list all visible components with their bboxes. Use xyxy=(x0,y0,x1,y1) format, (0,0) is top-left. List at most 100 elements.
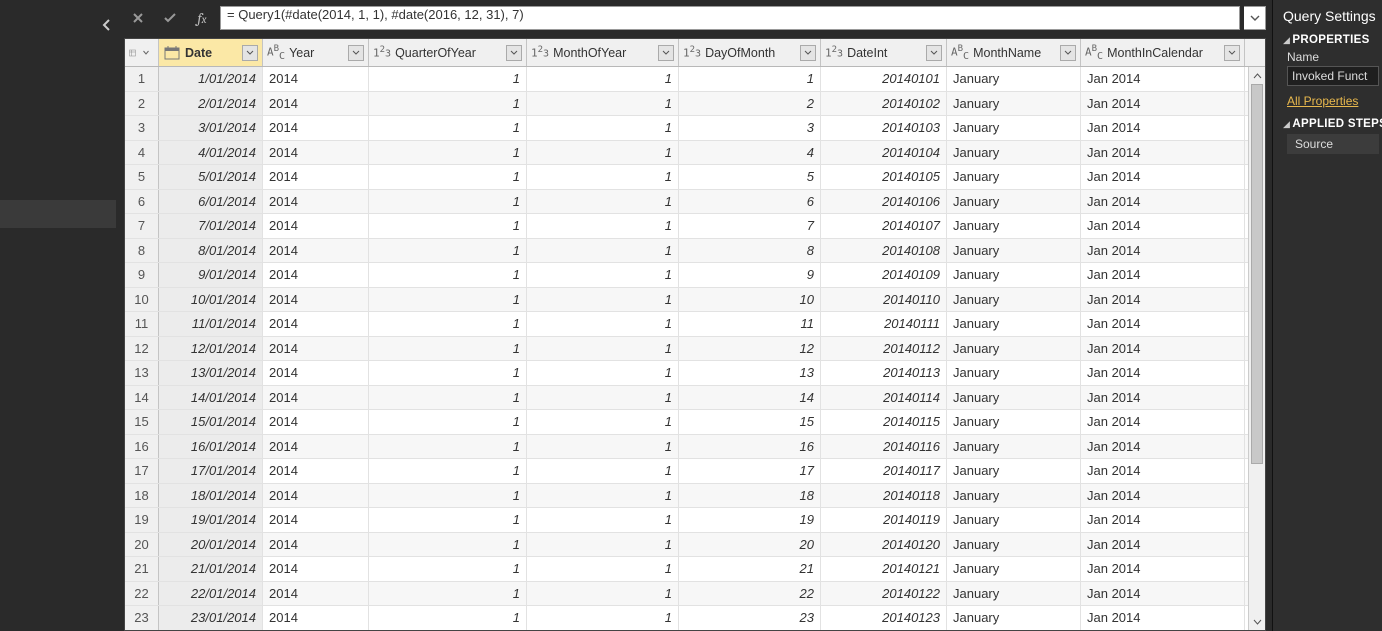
cell-year[interactable]: 2014 xyxy=(263,484,369,508)
cell-dateint[interactable]: 20140114 xyxy=(821,386,947,410)
cell-monthname[interactable]: January xyxy=(947,533,1081,557)
all-properties-link[interactable]: All Properties xyxy=(1287,94,1358,108)
commit-formula-icon[interactable] xyxy=(156,6,184,30)
cell-dateint[interactable]: 20140104 xyxy=(821,141,947,165)
cell-year[interactable]: 2014 xyxy=(263,361,369,385)
cell-dayofmonth[interactable]: 3 xyxy=(679,116,821,140)
table-corner-icon[interactable] xyxy=(125,39,159,66)
cell-quarterofyear[interactable]: 1 xyxy=(369,484,527,508)
cell-date[interactable]: 3/01/2014 xyxy=(159,116,263,140)
cell-date[interactable]: 10/01/2014 xyxy=(159,288,263,312)
cell-quarterofyear[interactable]: 1 xyxy=(369,190,527,214)
column-filter-dropdown-icon[interactable] xyxy=(506,45,522,61)
cell-monthincalendar[interactable]: Jan 2014 xyxy=(1081,288,1245,312)
applied-steps-section-header[interactable]: APPLIED STEPS xyxy=(1283,118,1382,130)
cell-dayofmonth[interactable]: 10 xyxy=(679,288,821,312)
row-number[interactable]: 8 xyxy=(125,239,159,263)
row-number[interactable]: 11 xyxy=(125,312,159,336)
row-number[interactable]: 18 xyxy=(125,484,159,508)
cell-quarterofyear[interactable]: 1 xyxy=(369,141,527,165)
cell-monthname[interactable]: January xyxy=(947,239,1081,263)
table-row[interactable]: 33/01/2014201411320140103JanuaryJan 2014 xyxy=(125,116,1265,141)
row-number[interactable]: 13 xyxy=(125,361,159,385)
cell-dayofmonth[interactable]: 7 xyxy=(679,214,821,238)
column-filter-dropdown-icon[interactable] xyxy=(658,45,674,61)
cell-monthofyear[interactable]: 1 xyxy=(527,508,679,532)
cell-dateint[interactable]: 20140123 xyxy=(821,606,947,630)
selected-query-stub[interactable] xyxy=(0,200,116,228)
cell-dayofmonth[interactable]: 14 xyxy=(679,386,821,410)
cell-monthincalendar[interactable]: Jan 2014 xyxy=(1081,165,1245,189)
cell-date[interactable]: 12/01/2014 xyxy=(159,337,263,361)
row-number[interactable]: 2 xyxy=(125,92,159,116)
cell-year[interactable]: 2014 xyxy=(263,288,369,312)
cell-year[interactable]: 2014 xyxy=(263,557,369,581)
cell-monthofyear[interactable]: 1 xyxy=(527,67,679,91)
column-header-monthincalendar[interactable]: ABCMonthInCalendar xyxy=(1081,39,1245,66)
cell-monthofyear[interactable]: 1 xyxy=(527,435,679,459)
cell-monthname[interactable]: January xyxy=(947,606,1081,630)
cell-dayofmonth[interactable]: 15 xyxy=(679,410,821,434)
column-header-dateint[interactable]: 123DateInt xyxy=(821,39,947,66)
cell-monthincalendar[interactable]: Jan 2014 xyxy=(1081,92,1245,116)
cell-date[interactable]: 18/01/2014 xyxy=(159,484,263,508)
column-header-monthname[interactable]: ABCMonthName xyxy=(947,39,1081,66)
cell-monthname[interactable]: January xyxy=(947,410,1081,434)
cell-quarterofyear[interactable]: 1 xyxy=(369,435,527,459)
table-row[interactable]: 1818/01/20142014111820140118JanuaryJan 2… xyxy=(125,484,1265,509)
cell-year[interactable]: 2014 xyxy=(263,239,369,263)
cell-dateint[interactable]: 20140109 xyxy=(821,263,947,287)
cell-quarterofyear[interactable]: 1 xyxy=(369,312,527,336)
cell-year[interactable]: 2014 xyxy=(263,116,369,140)
cell-monthname[interactable]: January xyxy=(947,386,1081,410)
cancel-formula-icon[interactable] xyxy=(124,6,152,30)
table-row[interactable]: 2222/01/20142014112220140122JanuaryJan 2… xyxy=(125,582,1265,607)
cell-date[interactable]: 6/01/2014 xyxy=(159,190,263,214)
cell-dateint[interactable]: 20140103 xyxy=(821,116,947,140)
cell-year[interactable]: 2014 xyxy=(263,214,369,238)
column-filter-dropdown-icon[interactable] xyxy=(1224,45,1240,61)
table-row[interactable]: 77/01/2014201411720140107JanuaryJan 2014 xyxy=(125,214,1265,239)
row-number[interactable]: 14 xyxy=(125,386,159,410)
cell-quarterofyear[interactable]: 1 xyxy=(369,459,527,483)
cell-monthname[interactable]: January xyxy=(947,263,1081,287)
column-header-dayofmonth[interactable]: 123DayOfMonth xyxy=(679,39,821,66)
cell-monthincalendar[interactable]: Jan 2014 xyxy=(1081,606,1245,630)
table-row[interactable]: 1010/01/20142014111020140110JanuaryJan 2… xyxy=(125,288,1265,313)
cell-date[interactable]: 19/01/2014 xyxy=(159,508,263,532)
cell-monthincalendar[interactable]: Jan 2014 xyxy=(1081,361,1245,385)
table-row[interactable]: 2121/01/20142014112120140121JanuaryJan 2… xyxy=(125,557,1265,582)
cell-quarterofyear[interactable]: 1 xyxy=(369,410,527,434)
cell-dateint[interactable]: 20140121 xyxy=(821,557,947,581)
cell-monthincalendar[interactable]: Jan 2014 xyxy=(1081,214,1245,238)
cell-monthofyear[interactable]: 1 xyxy=(527,92,679,116)
cell-monthincalendar[interactable]: Jan 2014 xyxy=(1081,116,1245,140)
table-row[interactable]: 11/01/2014201411120140101JanuaryJan 2014 xyxy=(125,67,1265,92)
cell-dateint[interactable]: 20140122 xyxy=(821,582,947,606)
cell-monthname[interactable]: January xyxy=(947,116,1081,140)
cell-monthofyear[interactable]: 1 xyxy=(527,214,679,238)
cell-dayofmonth[interactable]: 5 xyxy=(679,165,821,189)
cell-monthofyear[interactable]: 1 xyxy=(527,288,679,312)
cell-dayofmonth[interactable]: 12 xyxy=(679,337,821,361)
cell-quarterofyear[interactable]: 1 xyxy=(369,116,527,140)
cell-dateint[interactable]: 20140106 xyxy=(821,190,947,214)
cell-dateint[interactable]: 20140116 xyxy=(821,435,947,459)
cell-year[interactable]: 2014 xyxy=(263,606,369,630)
cell-dateint[interactable]: 20140101 xyxy=(821,67,947,91)
table-row[interactable]: 55/01/2014201411520140105JanuaryJan 2014 xyxy=(125,165,1265,190)
cell-date[interactable]: 7/01/2014 xyxy=(159,214,263,238)
column-header-date[interactable]: Date xyxy=(159,39,263,66)
cell-year[interactable]: 2014 xyxy=(263,263,369,287)
row-number[interactable]: 12 xyxy=(125,337,159,361)
row-number[interactable]: 5 xyxy=(125,165,159,189)
cell-monthofyear[interactable]: 1 xyxy=(527,606,679,630)
cell-monthname[interactable]: January xyxy=(947,337,1081,361)
column-header-quarterofyear[interactable]: 123QuarterOfYear xyxy=(369,39,527,66)
cell-year[interactable]: 2014 xyxy=(263,312,369,336)
table-row[interactable]: 1111/01/20142014111120140111JanuaryJan 2… xyxy=(125,312,1265,337)
cell-monthname[interactable]: January xyxy=(947,361,1081,385)
query-name-input[interactable]: Invoked Funct xyxy=(1287,66,1379,86)
cell-monthname[interactable]: January xyxy=(947,508,1081,532)
vertical-scrollbar[interactable] xyxy=(1248,67,1265,630)
